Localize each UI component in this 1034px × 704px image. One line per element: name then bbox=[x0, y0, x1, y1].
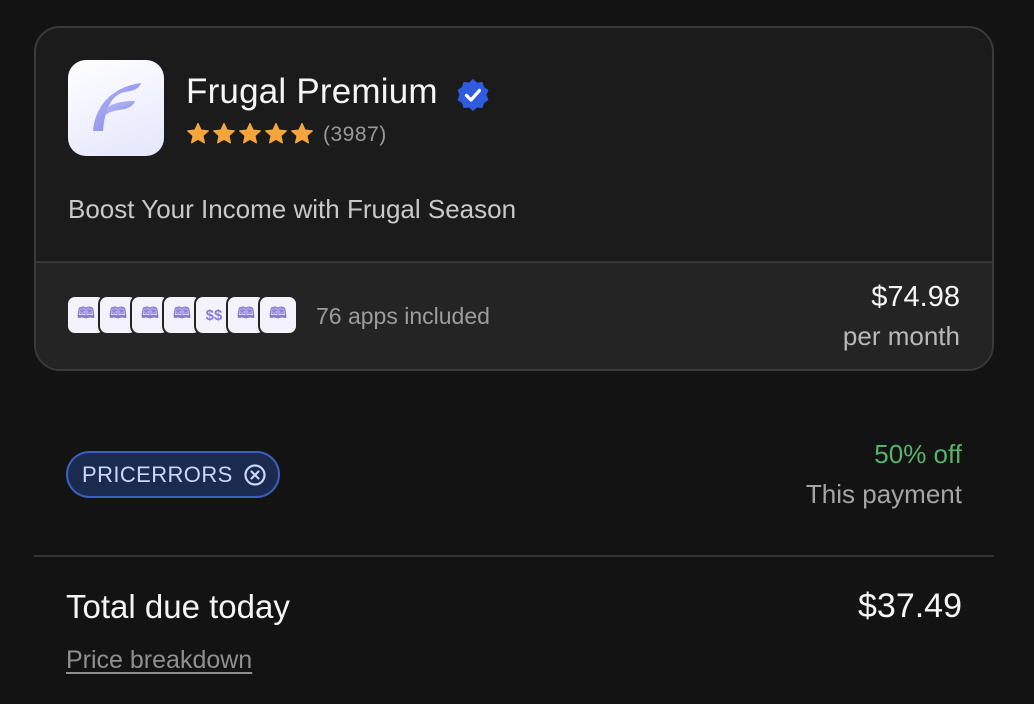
discount-note: This payment bbox=[805, 479, 962, 509]
verified-badge-icon bbox=[457, 79, 489, 111]
star-icon bbox=[239, 122, 261, 144]
billing-period: per month bbox=[842, 321, 960, 351]
bundle-row: 🕮 🕮 🕮 🕮 $$ 🕮 🕮 76 apps included $74.98 p… bbox=[36, 261, 992, 369]
subscription-price: $74.98 bbox=[871, 281, 960, 313]
star-icon bbox=[213, 122, 235, 144]
product-tagline: Boost Your Income with Frugal Season bbox=[68, 194, 517, 224]
included-app-icons: 🕮 🕮 🕮 🕮 $$ 🕮 🕮 bbox=[66, 295, 298, 337]
rating-count: (3987) bbox=[323, 123, 387, 146]
product-name: Frugal Premium bbox=[186, 72, 438, 111]
apps-included-count: 76 apps included bbox=[316, 303, 490, 329]
coupon-chip: PRICERRORS bbox=[66, 451, 280, 498]
total-label: Total due today bbox=[66, 588, 290, 625]
discount-amount: 50% off bbox=[874, 439, 962, 469]
price-breakdown-link[interactable]: Price breakdown bbox=[66, 646, 252, 675]
product-card: Frugal Premium (3987) Boost Your Income … bbox=[34, 26, 994, 371]
star-icon bbox=[291, 122, 313, 144]
total-amount: $37.49 bbox=[858, 587, 962, 625]
coupon-code: PRICERRORS bbox=[82, 461, 233, 487]
product-header: Frugal Premium (3987) Boost Your Income … bbox=[36, 28, 992, 261]
star-icon bbox=[187, 122, 209, 144]
checkout-summary: Frugal Premium (3987) Boost Your Income … bbox=[0, 0, 1034, 704]
circle-x-icon[interactable] bbox=[243, 463, 267, 487]
book-app-icon: 🕮 bbox=[258, 295, 298, 335]
rating-stars bbox=[186, 122, 314, 146]
star-icon bbox=[265, 122, 287, 144]
frugal-logo-icon bbox=[68, 60, 164, 156]
divider bbox=[34, 555, 994, 557]
